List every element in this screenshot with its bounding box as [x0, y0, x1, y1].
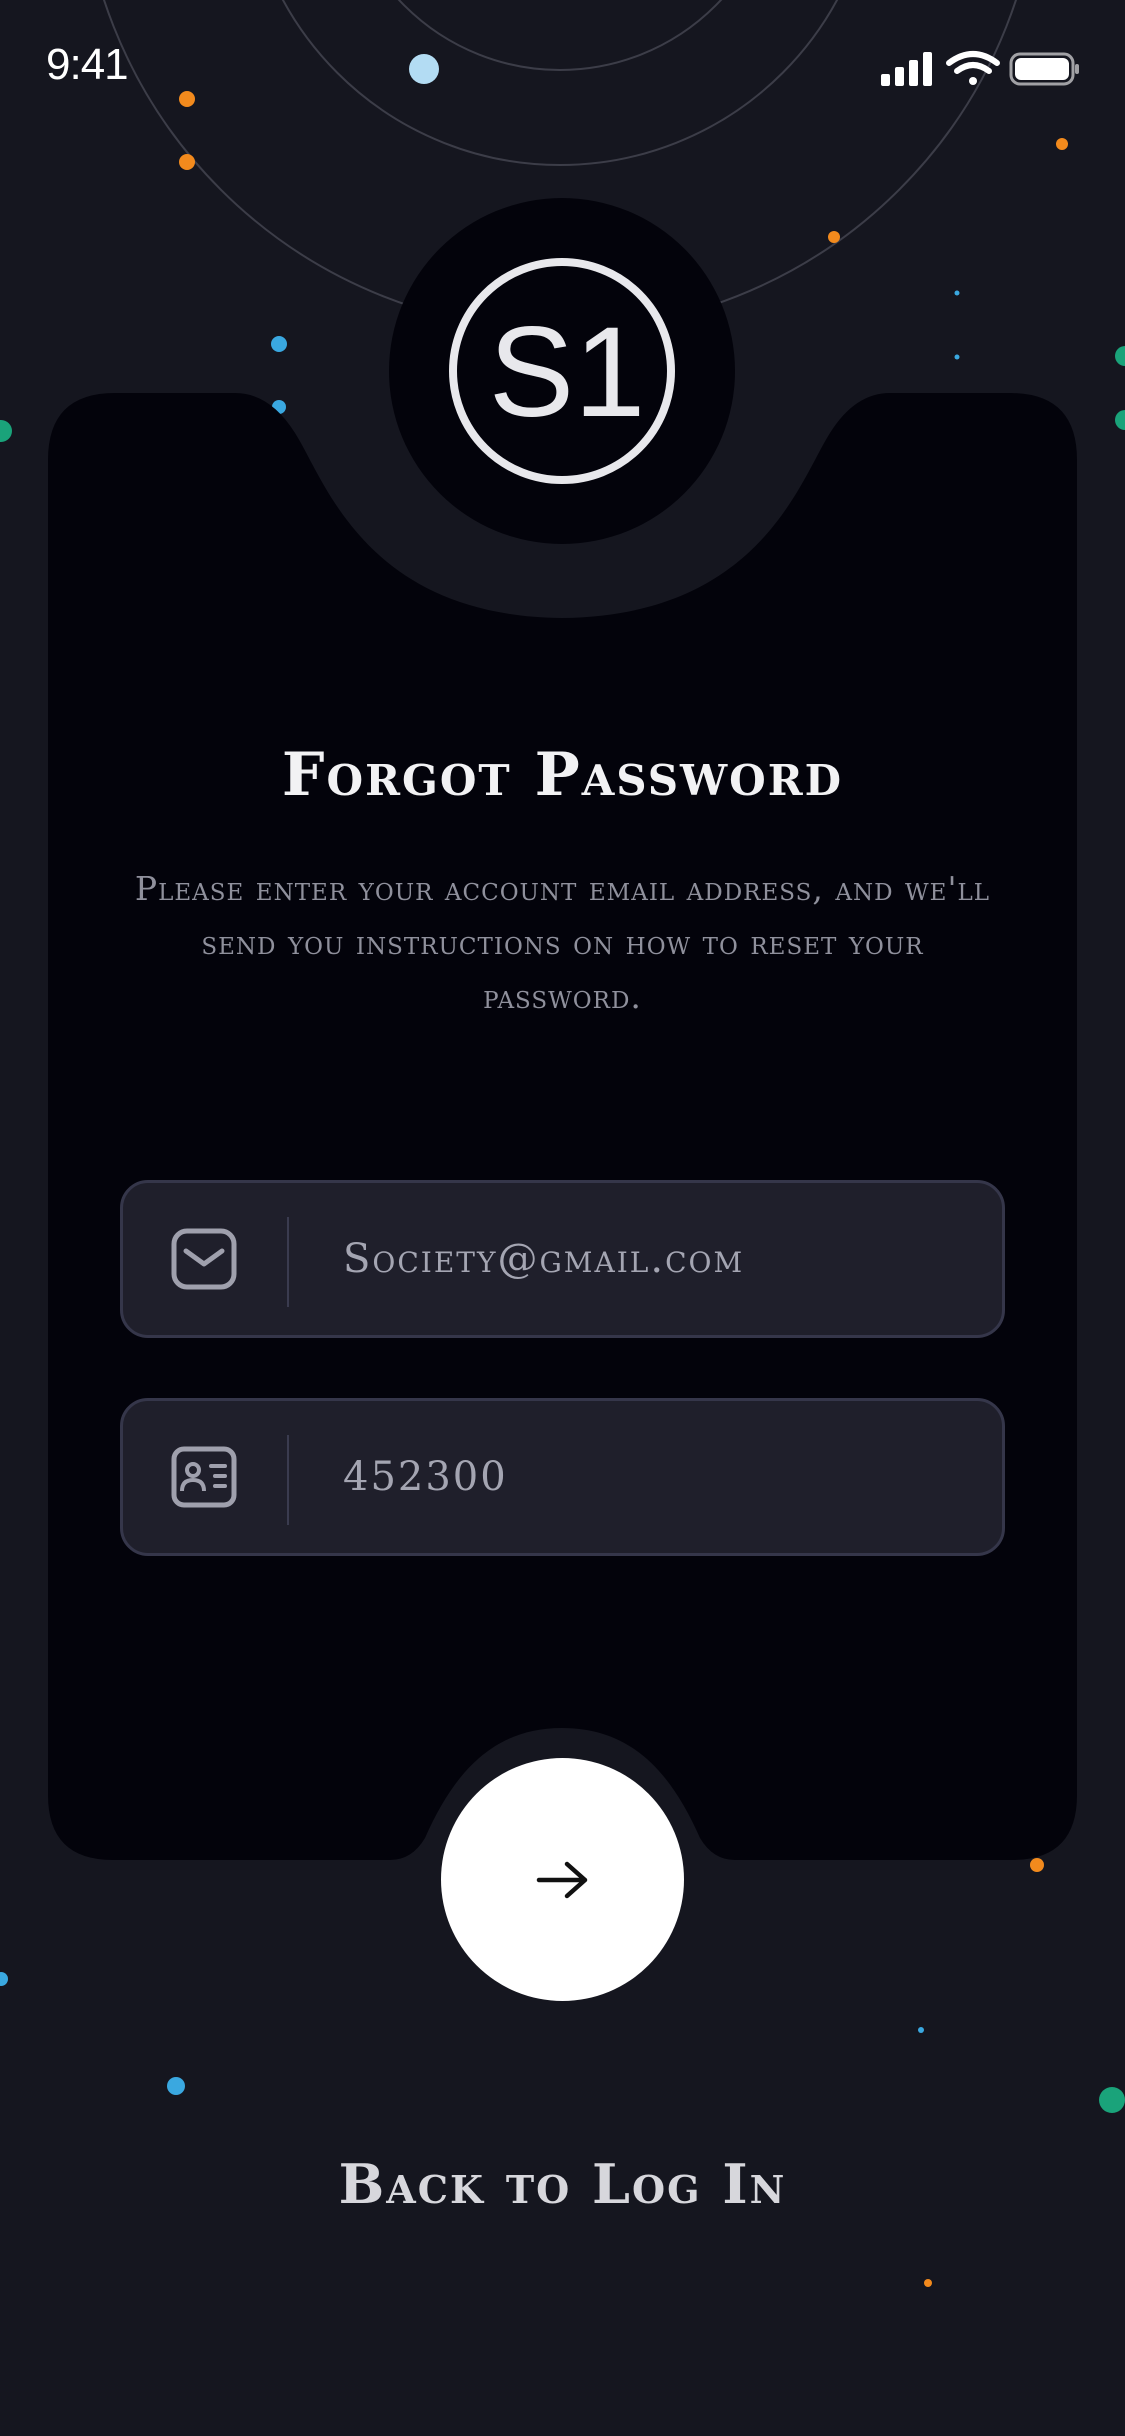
code-input[interactable] [343, 1441, 963, 1513]
back-to-login-link[interactable]: Back to Log In [0, 2152, 1125, 2216]
email-input[interactable] [343, 1223, 963, 1295]
logo-text: S1 [489, 301, 646, 444]
submit-button[interactable] [441, 1758, 684, 2001]
form-card [48, 393, 1077, 1860]
code-field[interactable] [120, 1398, 1005, 1556]
status-icons [881, 51, 1079, 86]
field-divider [287, 1217, 289, 1307]
envelope-icon [171, 1228, 237, 1290]
email-field[interactable] [120, 1180, 1005, 1338]
id-card-icon [171, 1446, 237, 1508]
instructions-text: Please enter your account email address,… [134, 869, 991, 1016]
wifi-icon [946, 51, 1000, 85]
arrow-right-icon [536, 1861, 587, 1898]
status-time: 9:41 [46, 40, 129, 89]
battery-icon [1009, 52, 1079, 86]
field-divider [287, 1435, 289, 1525]
page-title: Forgot Password [281, 740, 844, 810]
signal-icon [881, 52, 932, 86]
